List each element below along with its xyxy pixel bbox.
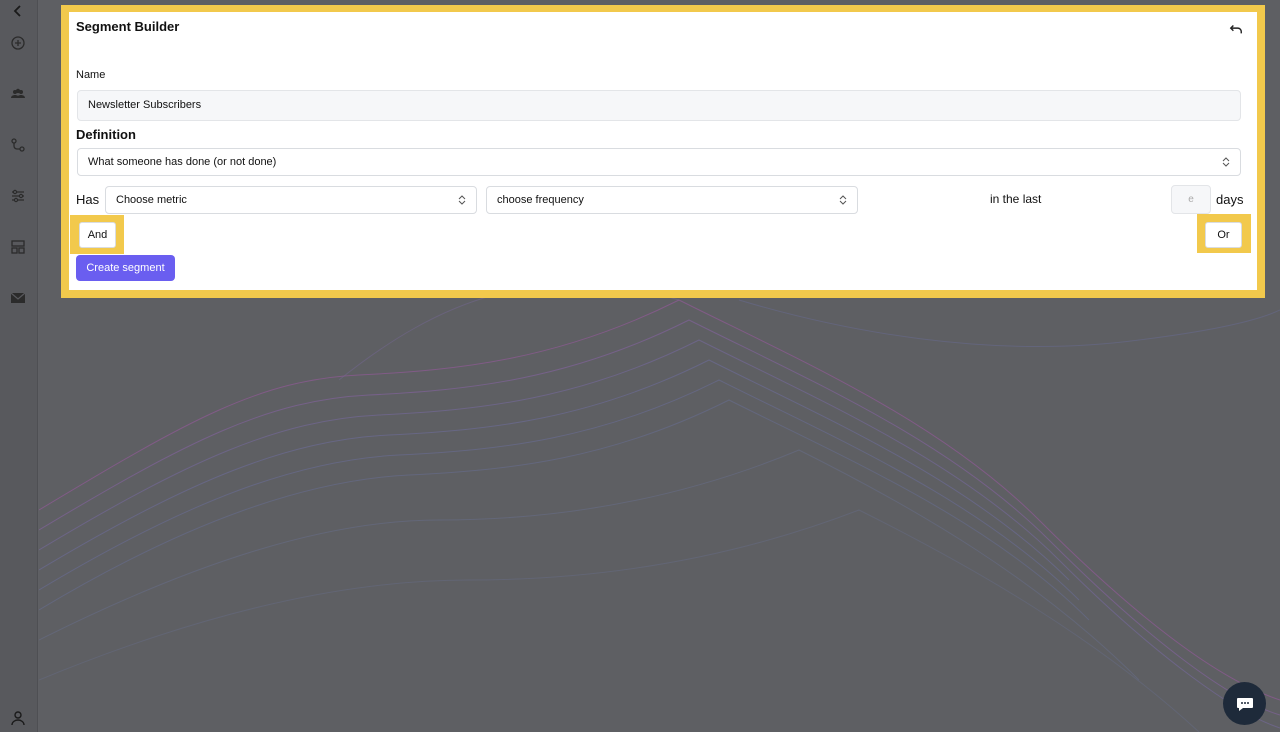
or-button[interactable]: Or [1205,222,1242,248]
mail-icon[interactable] [8,288,28,308]
undo-icon[interactable] [1227,20,1245,38]
frequency-select[interactable]: choose frequency [486,186,858,214]
flow-icon[interactable] [8,135,28,155]
and-button[interactable]: And [79,222,116,248]
name-input[interactable]: Newsletter Subscribers [77,90,1241,121]
in-the-last-label: in the last [990,192,1042,206]
chevron-updown-icon [1222,157,1230,167]
name-label: Name [76,69,106,81]
user-icon[interactable] [8,708,28,728]
metric-select-value: Choose metric [116,194,187,206]
days-input[interactable]: e [1171,185,1211,214]
sidebar [0,0,38,732]
create-segment-button[interactable]: Create segment [76,255,175,281]
metric-select[interactable]: Choose metric [105,186,477,214]
definition-select-value: What someone has done (or not done) [88,156,277,168]
has-label: Has [76,192,100,207]
definition-label: Definition [76,127,136,142]
chat-button[interactable] [1223,682,1266,725]
days-input-placeholder: e [1188,194,1194,205]
days-label: days [1216,192,1244,207]
definition-select[interactable]: What someone has done (or not done) [77,148,1241,176]
layout-icon[interactable] [8,237,28,257]
users-icon[interactable] [8,84,28,104]
chevron-left-icon[interactable] [8,1,28,21]
add-circle-icon[interactable] [8,33,28,53]
modal-title: Segment Builder [76,19,180,34]
frequency-select-value: choose frequency [497,194,584,206]
chevron-updown-icon [839,195,847,205]
segment-builder-modal: Segment Builder Name Newsletter Subscrib… [69,12,1257,290]
chat-icon [1236,697,1253,711]
filters-icon[interactable] [8,186,28,206]
chevron-updown-icon [458,195,466,205]
